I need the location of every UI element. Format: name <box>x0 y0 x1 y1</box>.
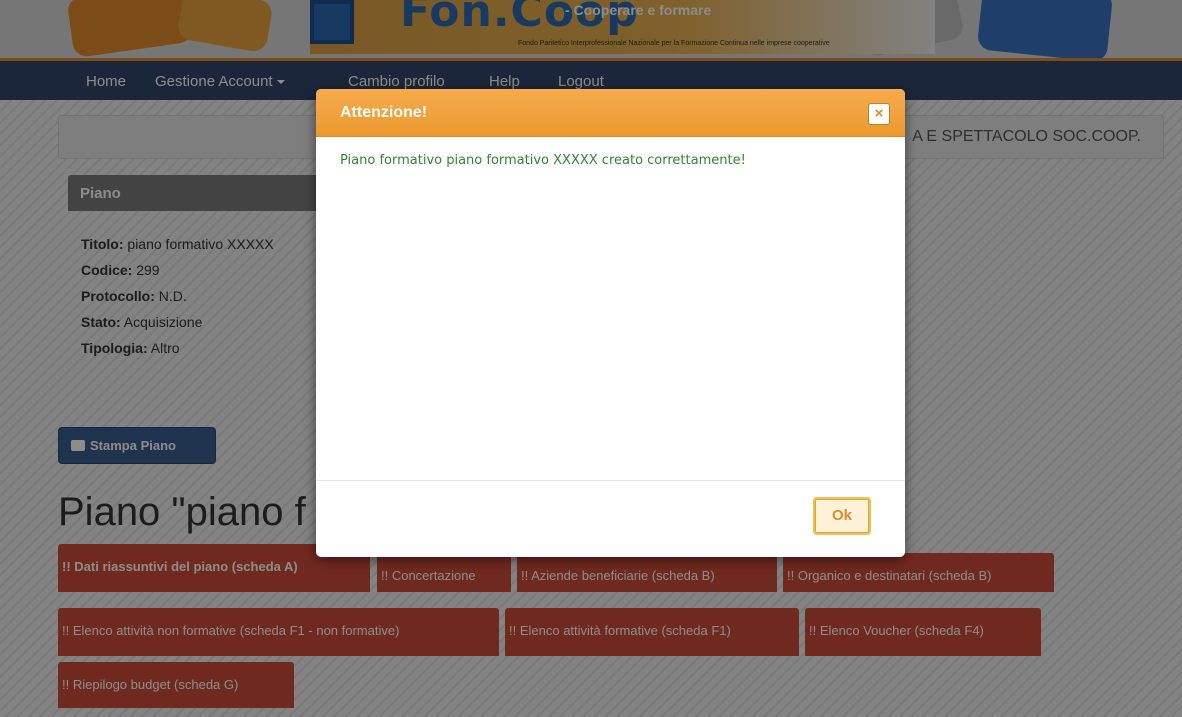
dialog-header: Attenzione! × <box>316 89 905 137</box>
dialog-title: Attenzione! <box>340 104 428 121</box>
ok-button[interactable]: Ok <box>813 497 871 535</box>
dialog-message: Piano formativo piano formativo XXXXX cr… <box>340 153 746 168</box>
close-icon[interactable]: × <box>868 103 890 125</box>
alert-dialog: Attenzione! × Piano formativo piano form… <box>316 89 905 557</box>
dialog-divider <box>316 480 905 481</box>
